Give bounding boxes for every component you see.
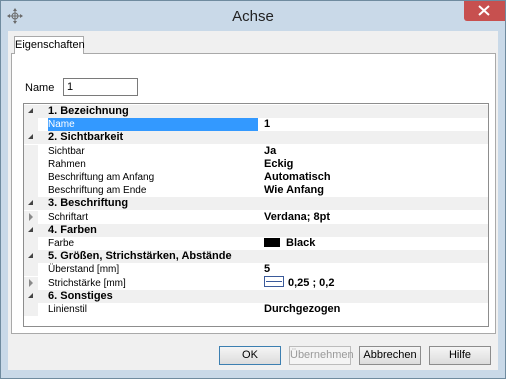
property-name[interactable]: Beschriftung am Anfang — [48, 171, 258, 184]
property-row[interactable]: Farbe Black — [24, 237, 488, 250]
property-value-text: 1 — [264, 118, 271, 131]
collapse-triangle-icon[interactable] — [28, 108, 33, 113]
property-value[interactable]: Durchgezogen — [264, 303, 340, 316]
close-icon — [478, 5, 490, 16]
window-title: Achse — [232, 8, 274, 25]
row-gutter — [24, 263, 38, 277]
property-value-text: Black — [286, 237, 316, 249]
row-gutter — [24, 237, 38, 250]
row-gutter — [24, 303, 38, 316]
row-gutter — [24, 184, 38, 198]
row-gutter — [24, 118, 38, 132]
property-name[interactable]: Rahmen — [48, 158, 258, 171]
property-value-text: 5 — [264, 263, 271, 276]
collapse-triangle-icon[interactable] — [28, 134, 33, 140]
collapse-triangle-icon[interactable] — [28, 226, 33, 232]
property-value-text: Verdana; 8pt — [264, 210, 331, 223]
property-value[interactable]: Verdana; 8pt — [264, 211, 330, 224]
property-row[interactable]: Linienstil Durchgezogen — [24, 303, 488, 316]
property-name[interactable]: Schriftart — [48, 211, 258, 224]
collapse-triangle-icon[interactable] — [28, 200, 33, 206]
close-button[interactable] — [464, 1, 505, 21]
property-row[interactable]: Sichtbar Ja — [24, 144, 488, 158]
property-name[interactable]: Sichtbar — [48, 145, 258, 158]
help-button[interactable]: Hilfe — [429, 346, 491, 365]
category-label: 5. Größen, Strichstärken, Abstände — [48, 250, 232, 263]
category-label: 6. Sonstiges — [48, 289, 113, 302]
property-name[interactable]: Linienstil — [48, 303, 258, 316]
name-input[interactable]: 1 — [63, 78, 138, 96]
property-name[interactable]: Beschriftung am Ende — [48, 184, 258, 197]
property-name[interactable]: Überstand [mm] — [48, 263, 258, 276]
property-row[interactable]: Beschriftung am Anfang Automatisch — [24, 171, 488, 184]
row-gutter — [24, 171, 38, 184]
collapse-triangle-icon[interactable] — [28, 253, 33, 259]
property-value-text: Automatisch — [264, 171, 331, 183]
property-name[interactable]: Name — [48, 118, 258, 132]
property-value-text: Ja — [264, 144, 277, 157]
property-value-text: Wie Anfang — [264, 184, 324, 197]
ok-button[interactable]: OK — [219, 346, 281, 365]
property-row[interactable]: Schriftart Verdana; 8pt — [24, 210, 488, 224]
title-bar[interactable]: Achse — [1, 1, 505, 31]
category-row[interactable]: 6. Sonstiges — [24, 289, 488, 303]
name-field-label: Name — [25, 82, 55, 94]
property-value[interactable]: Automatisch — [264, 171, 331, 184]
category-row[interactable]: 2. Sichtbarkeit — [24, 131, 488, 145]
property-value[interactable]: Black — [264, 237, 315, 250]
category-row[interactable]: 1. Bezeichnung — [24, 105, 488, 118]
category-label: 2. Sichtbarkeit — [48, 131, 124, 144]
category-label: 1. Bezeichnung — [48, 105, 129, 117]
category-row[interactable]: 4. Farben — [24, 223, 488, 237]
expand-triangle-icon[interactable] — [29, 212, 33, 221]
property-value-text: 0,25 ; 0,2 — [288, 276, 335, 289]
property-row[interactable]: Überstand [mm] 5 — [24, 263, 488, 277]
property-value-text: Durchgezogen — [264, 303, 341, 315]
property-value[interactable]: Ja — [264, 145, 276, 158]
dialog-window: Achse Eigenschaften Name 1 1. Bezeichnun… — [0, 0, 506, 379]
property-value[interactable]: 1 — [264, 118, 270, 131]
expand-triangle-icon[interactable] — [29, 278, 33, 287]
collapse-triangle-icon[interactable] — [28, 292, 33, 298]
property-value[interactable]: 5 — [264, 263, 270, 276]
property-row[interactable]: Strichstärke [mm] 0,25 ; 0,2 — [24, 276, 488, 290]
property-value[interactable]: Wie Anfang — [264, 184, 324, 197]
category-row[interactable]: 3. Beschriftung — [24, 197, 488, 211]
property-name[interactable]: Strichstärke [mm] — [48, 277, 258, 290]
category-label: 4. Farben — [48, 223, 97, 236]
category-row[interactable]: 5. Größen, Strichstärken, Abstände — [24, 250, 488, 264]
property-row[interactable]: Name 1 — [24, 118, 488, 132]
property-grid[interactable]: 1. Bezeichnung Name 1 2. Sichtbarkeit Sichtb… — [23, 103, 489, 327]
category-label: 3. Beschriftung — [48, 197, 129, 210]
row-gutter — [24, 144, 38, 158]
property-value[interactable]: 0,25 ; 0,2 — [264, 276, 335, 290]
properties-panel: Name 1 1. Bezeichnung Name 1 2. Sichtbarkei… — [11, 53, 496, 334]
dialog-client-area: Eigenschaften Name 1 1. Bezeichnung Name 1… — [8, 31, 498, 370]
property-value-text: Eckig — [264, 157, 294, 170]
property-row[interactable]: Rahmen Eckig — [24, 157, 488, 171]
property-value[interactable]: Eckig — [264, 158, 293, 171]
color-swatch — [264, 237, 280, 247]
property-name[interactable]: Farbe — [48, 237, 258, 250]
row-gutter — [24, 157, 38, 171]
property-row[interactable]: Beschriftung am Ende Wie Anfang — [24, 184, 488, 198]
tab-eigenschaften[interactable]: Eigenschaften — [14, 36, 85, 54]
cancel-button[interactable]: Abbrechen — [359, 346, 421, 365]
apply-button[interactable]: Übernehmen — [289, 346, 354, 365]
line-width-icon — [264, 276, 284, 288]
